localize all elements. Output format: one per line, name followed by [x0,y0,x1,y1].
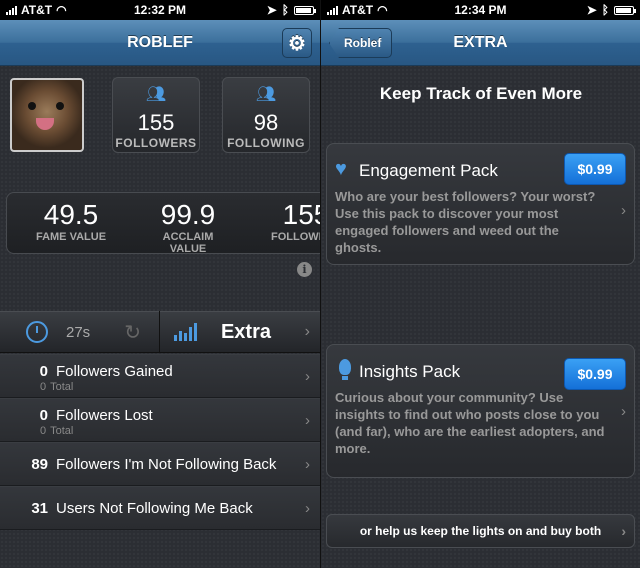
bluetooth-icon: ᛒ [601,3,609,17]
list-item-not-following-me[interactable]: 31 Users Not Following Me Back › [0,486,320,530]
users-icon: 👥︎ [145,86,167,103]
clock-icon [26,321,48,343]
chevron-right-icon: › [305,500,310,517]
extra-button[interactable]: Extra [221,321,271,344]
pack-description: Who are your best followers? Your worst?… [335,189,596,255]
engagement-pack[interactable]: ♥ Engagement Pack $0.99 Who are your bes… [326,143,635,265]
info-icon[interactable]: i [297,262,312,277]
followers-score: 155 FOLLOWERS [271,199,320,243]
refresh-icon[interactable]: ↻ [124,320,141,345]
carrier-label: AT&T [342,3,374,17]
heart-icon: ♥ [335,158,347,180]
chevron-right-icon: › [305,368,310,385]
battery-icon [294,5,316,15]
main-screen: AT&T ◠ 12:32 PM ➤ ᛒ ROBLEF ⚙ 👥︎ 155 FOLL… [0,0,320,568]
lightbulb-icon [339,359,351,380]
settings-button[interactable]: ⚙ [282,28,312,58]
refresh-timer: 27s [66,323,91,341]
bluetooth-icon: ᛒ [281,3,289,17]
insights-pack[interactable]: Insights Pack $0.99 Curious about your c… [326,344,635,478]
signal-icon [6,5,17,15]
bar-chart-icon [173,323,197,341]
fame-score: 49.5 FAME VALUE [35,199,107,243]
page-title: ROBLEF [127,33,193,51]
chevron-right-icon: › [305,412,310,429]
pack-description: Curious about your community? Use insigh… [335,390,605,456]
chevron-right-icon: › [305,456,310,473]
avatar[interactable] [10,78,84,152]
buy-both-button[interactable]: or help us keep the lights on and buy bo… [326,514,635,548]
pack-title: Insights Pack [359,362,461,381]
battery-icon [614,5,636,15]
wifi-icon: ◠ [56,3,67,17]
following-stat[interactable]: 👥︎ 98 FOLLOWING [222,77,310,153]
signal-icon [327,5,338,15]
followers-stat[interactable]: 👥︎ 155 FOLLOWERS [112,77,200,153]
chevron-right-icon: › [304,323,310,340]
page-title: EXTRA [453,33,508,51]
nav-bar: Roblef EXTRA [321,20,640,66]
section-heading: Keep Track of Even More [379,84,583,103]
nav-bar: ROBLEF ⚙ [0,20,320,66]
score-carousel[interactable]: 49.5 FAME VALUE 99.9 ACCLAIM VALUE 155 F… [6,192,320,254]
buy-engagement-button[interactable]: $0.99 [564,153,626,185]
location-icon: ➤ [586,3,597,17]
chevron-right-icon: › [621,202,626,219]
status-bar: AT&T ◠ 12:32 PM ➤ ᛒ [0,0,320,20]
list-item-followers-lost[interactable]: 0 Followers Lost 0 Total › [0,398,320,442]
list-item-not-following-back[interactable]: 89 Followers I'm Not Following Back › [0,442,320,486]
wifi-icon: ◠ [377,3,388,17]
chevron-right-icon: › [621,403,626,420]
back-button[interactable]: Roblef [329,28,393,58]
location-icon: ➤ [266,3,277,17]
list-item-followers-gained[interactable]: 0 Followers Gained 0 Total › [0,354,320,398]
acclaim-score: 99.9 ACCLAIM VALUE [160,199,216,254]
carrier-label: AT&T [21,3,53,17]
gear-icon: ⚙ [288,32,306,55]
chevron-right-icon: › [621,523,626,539]
status-bar: AT&T ◠ 12:34 PM ➤ ᛒ [321,0,640,20]
action-toolbar: 27s ↻ Extra › [0,311,320,353]
users-icon: 👥︎ [255,86,277,103]
pack-title: Engagement Pack [359,161,498,180]
buy-insights-button[interactable]: $0.99 [564,358,626,390]
extra-screen: AT&T ◠ 12:34 PM ➤ ᛒ Roblef EXTRA Keep Tr… [320,0,640,568]
